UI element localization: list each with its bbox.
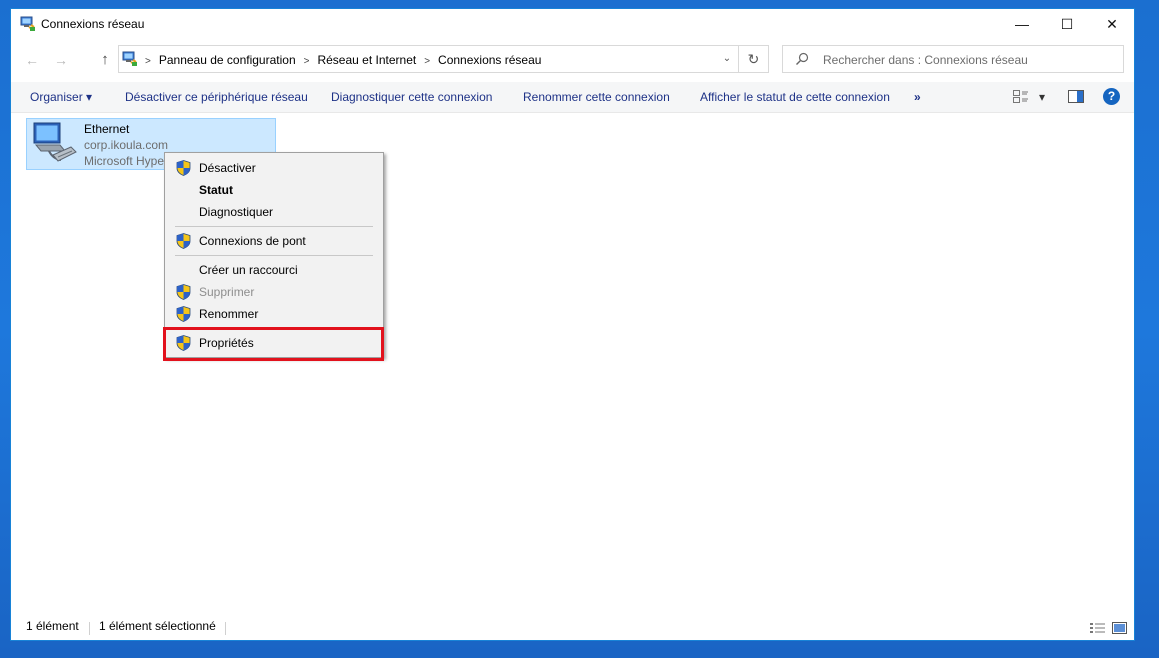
diagnose-connection-button[interactable]: Diagnostiquer cette connexion — [331, 90, 492, 104]
refresh-button[interactable]: ↻ — [739, 45, 769, 73]
menu-separator — [175, 226, 373, 227]
menu-item-statut[interactable]: Statut — [165, 179, 383, 201]
breadcrumb-network-connections[interactable]: Connexions réseau — [438, 53, 541, 67]
view-status-button[interactable]: Afficher le statut de cette connexion — [700, 90, 890, 104]
chevron-right-icon[interactable]: > — [304, 56, 310, 67]
highlight-box — [163, 327, 384, 361]
up-button[interactable]: ↑ — [96, 51, 114, 69]
menu-separator — [175, 255, 373, 256]
menu-label: Diagnostiquer — [199, 205, 274, 219]
title-bar: Connexions réseau — ☐ ✕ — [11, 9, 1134, 39]
breadcrumb-control-panel[interactable]: Panneau de configuration — [159, 53, 296, 67]
large-icons-view-icon[interactable] — [1112, 622, 1127, 634]
preview-pane-icon[interactable] — [1068, 90, 1084, 103]
organize-label: Organiser — [30, 90, 83, 104]
network-connections-icon — [20, 16, 35, 31]
item-name: Ethernet — [84, 122, 130, 136]
menu-item-renommer[interactable]: Renommer — [165, 303, 383, 325]
rename-connection-button[interactable]: Renommer cette connexion — [523, 90, 670, 104]
menu-label: Renommer — [199, 307, 259, 321]
chevron-right-icon: > — [145, 56, 151, 67]
address-bar[interactable]: > Panneau de configuration > Réseau et Inte… — [118, 45, 739, 73]
ethernet-adapter-icon — [33, 122, 77, 162]
item-count: 1 élément — [26, 619, 79, 633]
menu-item-diagnostiquer[interactable]: Diagnostiquer — [165, 201, 383, 223]
window-title: Connexions réseau — [41, 17, 145, 31]
menu-label: Créer un raccourci — [199, 263, 298, 277]
uac-shield-icon — [176, 160, 191, 176]
status-bar: 1 élément 1 élément sélectionné — [11, 618, 1134, 640]
item-adapter: Microsoft Hype — [84, 154, 165, 168]
forward-button[interactable]: → — [52, 51, 70, 69]
menu-label: Supprimer — [199, 285, 255, 299]
selected-count: 1 élément sélectionné — [99, 619, 216, 633]
menu-item-connexions-de-pont[interactable]: Connexions de pont — [165, 230, 383, 252]
uac-shield-icon — [176, 284, 191, 300]
organize-button[interactable]: Organiser ▾ — [30, 90, 92, 104]
caret-down-icon: ▾ — [86, 90, 93, 104]
menu-label: Désactiver — [199, 161, 256, 175]
menu-item-supprimer: Supprimer — [165, 281, 383, 303]
network-connections-icon — [122, 51, 137, 66]
uac-shield-icon — [176, 306, 191, 322]
search-placeholder: Rechercher dans : Connexions réseau — [823, 53, 1028, 67]
breadcrumb-network-internet[interactable]: Réseau et Internet — [317, 53, 416, 67]
view-options-icon[interactable] — [1013, 90, 1029, 104]
menu-item-desactiver[interactable]: Désactiver — [165, 157, 383, 179]
view-dropdown-caret[interactable]: ▾ — [1039, 90, 1045, 104]
chevron-right-icon[interactable]: > — [424, 56, 430, 67]
back-button[interactable]: ← — [23, 51, 41, 69]
search-box[interactable]: Rechercher dans : Connexions réseau — [782, 45, 1124, 73]
more-commands-button[interactable]: » — [914, 90, 921, 104]
command-bar: Organiser ▾ Désactiver ce périphérique r… — [11, 82, 1134, 113]
search-icon — [796, 52, 809, 65]
help-button[interactable]: ? — [1103, 88, 1120, 105]
chevron-down-icon[interactable]: ⌄ — [720, 51, 734, 67]
minimize-button[interactable]: — — [999, 9, 1045, 39]
uac-shield-icon — [176, 233, 191, 249]
status-divider — [89, 622, 90, 635]
close-button[interactable]: ✕ — [1089, 9, 1135, 39]
breadcrumb: > Panneau de configuration > Réseau et Inte… — [145, 53, 541, 67]
disable-device-button[interactable]: Désactiver ce périphérique réseau — [125, 90, 308, 104]
menu-label: Connexions de pont — [199, 234, 306, 248]
maximize-button[interactable]: ☐ — [1044, 9, 1090, 39]
menu-item-creer-raccourci[interactable]: Créer un raccourci — [165, 259, 383, 281]
details-view-icon[interactable] — [1090, 622, 1105, 634]
item-domain: corp.ikoula.com — [84, 138, 169, 152]
status-divider — [225, 622, 226, 635]
menu-label: Statut — [199, 183, 233, 197]
